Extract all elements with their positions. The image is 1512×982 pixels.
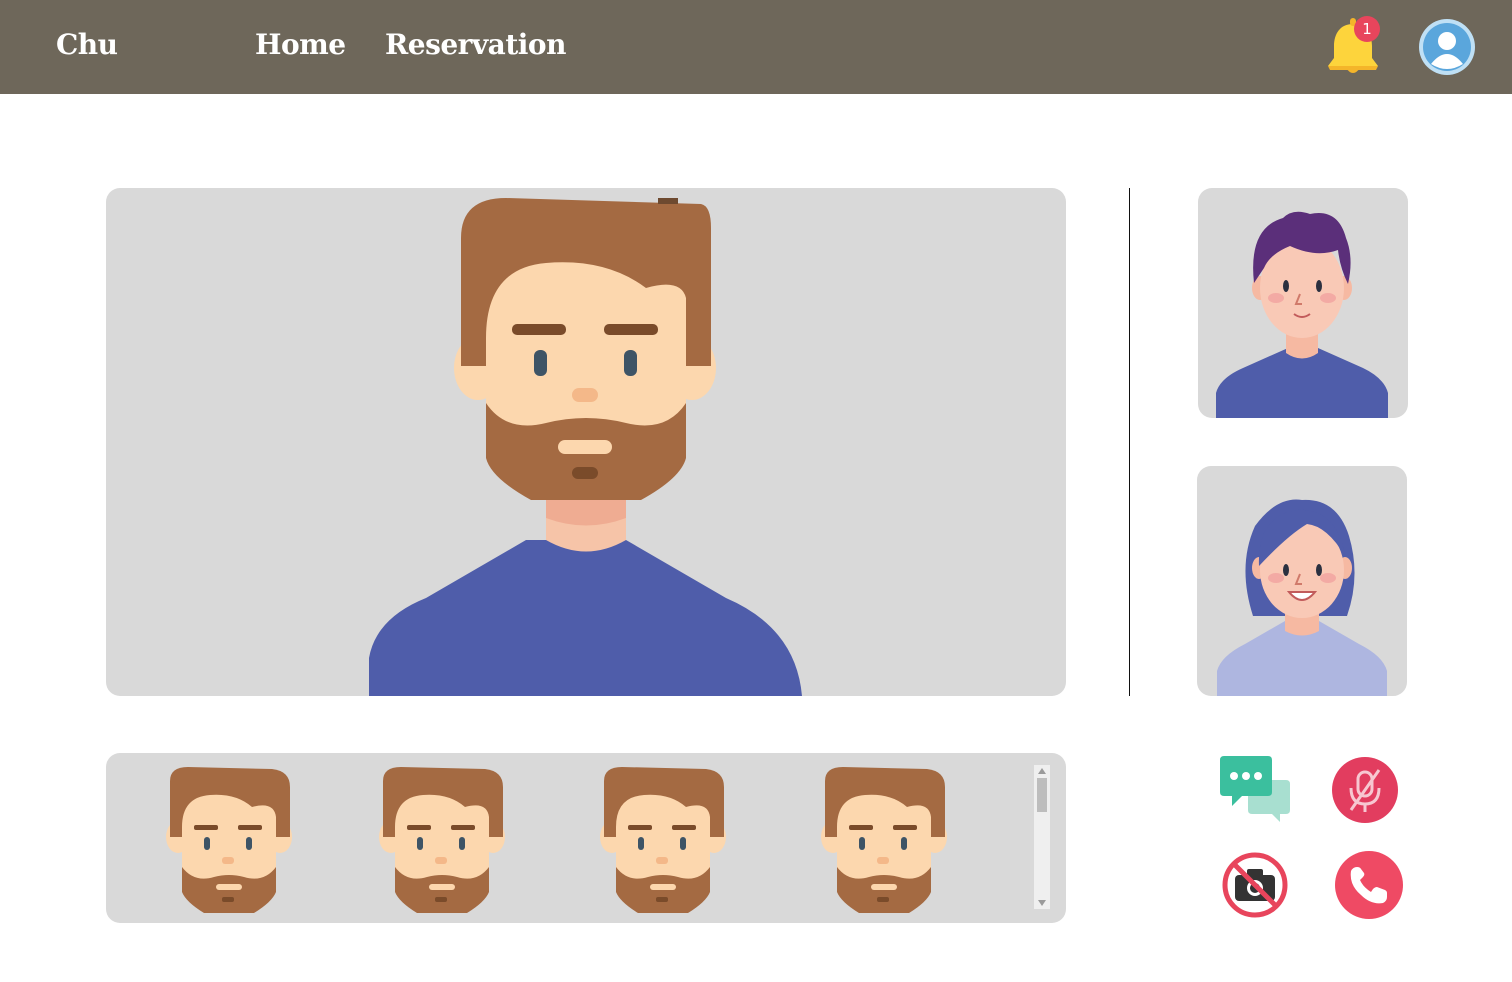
strip-participant-4[interactable] <box>819 767 949 913</box>
participant-strip <box>106 753 1066 923</box>
scroll-down-arrow[interactable] <box>1038 900 1046 906</box>
camera-off-icon[interactable] <box>1219 849 1291 921</box>
blue-hair-woman-avatar <box>1217 499 1387 696</box>
participant-tile-1[interactable] <box>1198 188 1408 418</box>
strip-scrollbar[interactable] <box>1034 765 1050 909</box>
strip-participant-3[interactable] <box>598 767 728 913</box>
participant-tile-2[interactable] <box>1197 466 1407 696</box>
user-avatar-icon[interactable] <box>1418 18 1476 76</box>
main-video-tile[interactable] <box>106 188 1066 696</box>
chat-bubbles-icon[interactable] <box>1220 754 1292 826</box>
purple-hair-person-avatar <box>1216 211 1388 418</box>
nav-home-link[interactable]: Home <box>255 28 346 61</box>
strip-participant-1[interactable] <box>164 767 294 913</box>
scroll-thumb[interactable] <box>1037 778 1047 812</box>
vertical-divider <box>1129 188 1130 696</box>
microphone-off-icon[interactable] <box>1329 754 1401 826</box>
notification-count-badge: 1 <box>1354 16 1380 42</box>
scroll-up-arrow[interactable] <box>1038 768 1046 774</box>
bearded-man-avatar <box>369 198 802 696</box>
phone-icon[interactable] <box>1333 849 1405 921</box>
nav-reservation-link[interactable]: Reservation <box>385 28 566 61</box>
strip-participant-2[interactable] <box>377 767 507 913</box>
brand-logo[interactable]: Chu <box>56 28 118 61</box>
top-nav-bar: Chu Home Reservation 1 <box>0 0 1512 94</box>
